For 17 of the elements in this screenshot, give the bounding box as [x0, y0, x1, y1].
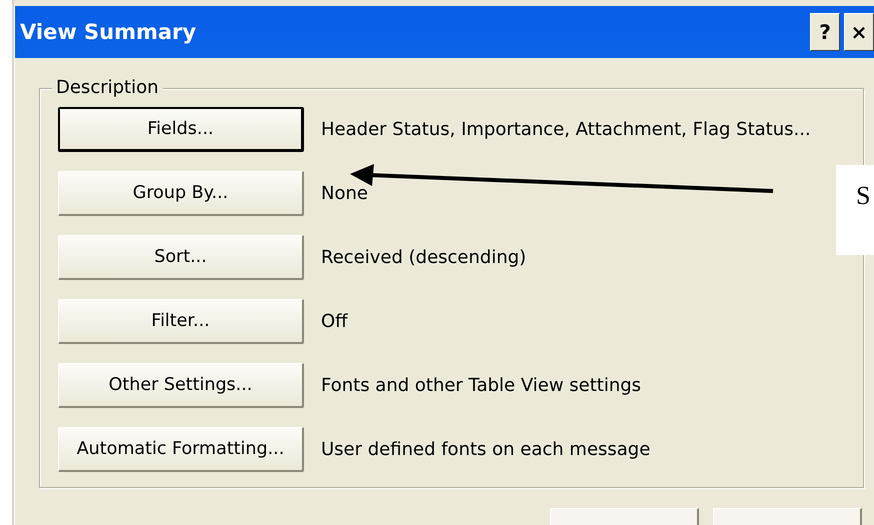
window-title: View Summary	[20, 20, 196, 44]
dialog-button[interactable]: Filter...	[58, 299, 304, 344]
close-button[interactable]: ×	[844, 13, 874, 51]
setting-value: Header Status, Importance, Attachment, Flag Status...	[321, 119, 811, 140]
dialog-button[interactable]: Automatic Formatting...	[58, 427, 304, 472]
setting-value: Off	[321, 311, 348, 332]
group-title: Description	[52, 77, 163, 98]
dialog-button[interactable]: Sort...	[58, 235, 304, 280]
setting-value: User defined fonts on each message	[321, 439, 650, 460]
setting-value: Fonts and other Table View settings	[321, 375, 642, 396]
help-button[interactable]: ?	[810, 13, 840, 51]
dialog-button[interactable]: Fields...	[58, 107, 304, 152]
dialog-button[interactable]: Group By...	[58, 171, 304, 216]
dialog-button[interactable]: Other Settings...	[58, 363, 304, 408]
callout-text: S	[856, 181, 870, 210]
setting-value: Received (descending)	[321, 247, 526, 268]
setting-value: None	[321, 183, 368, 204]
